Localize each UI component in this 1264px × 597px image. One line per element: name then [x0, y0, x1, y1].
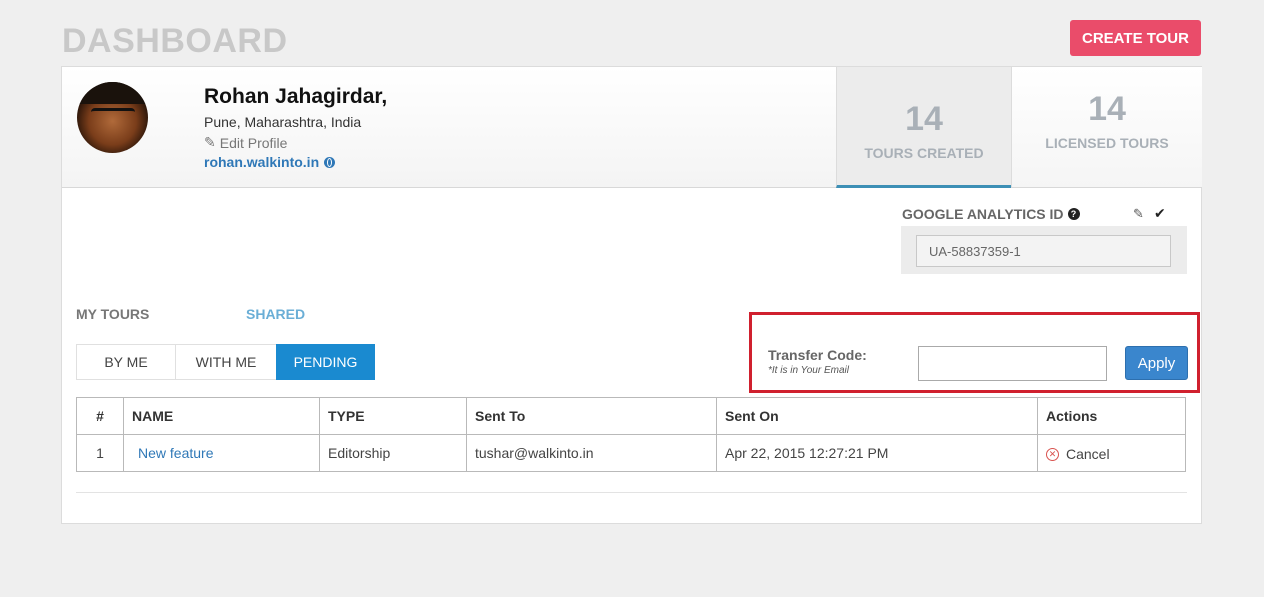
shared-link[interactable]: SHARED — [246, 306, 305, 322]
cancel-label: Cancel — [1066, 446, 1110, 463]
profile-panel: Rohan Jahagirdar, Pune, Maharashtra, Ind… — [62, 67, 836, 188]
licensed-tours-label: LICENSED TOURS — [1045, 135, 1169, 151]
transfer-code-box: Transfer Code: *It is in Your Email Appl… — [749, 312, 1200, 393]
page-title: DASHBOARD — [62, 22, 288, 60]
analytics-id-input[interactable] — [916, 235, 1171, 267]
avatar — [77, 82, 148, 153]
edit-icon: ✎ — [204, 134, 216, 150]
header-name: NAME — [123, 397, 320, 435]
profile-website-link[interactable]: rohan.walkinto.in — [204, 154, 336, 170]
row-num: 1 — [76, 434, 124, 472]
analytics-box — [901, 226, 1187, 274]
profile-name: Rohan Jahagirdar, — [204, 85, 388, 108]
header-num: # — [76, 397, 124, 435]
tours-created-label: TOURS CREATED — [864, 145, 984, 161]
transfer-code-label: Transfer Code: — [768, 347, 867, 363]
table-row: 1 New feature Editorship tushar@walkinto… — [76, 434, 1186, 472]
cancel-action[interactable]: ✕ Cancel — [1046, 446, 1110, 462]
tab-pending[interactable]: PENDING — [276, 344, 375, 380]
globe-icon — [324, 156, 336, 168]
header-type: TYPE — [319, 397, 467, 435]
profile-website: rohan.walkinto.in — [204, 154, 320, 170]
pending-tours-table: # NAME TYPE Sent To Sent On Actions 1 Ne… — [76, 397, 1186, 472]
edit-profile-label: Edit Profile — [219, 134, 288, 151]
edit-profile-link[interactable]: ✎ Edit Profile — [204, 134, 287, 151]
tour-tabs: BY ME WITH ME PENDING — [76, 344, 375, 380]
cancel-icon: ✕ — [1046, 447, 1059, 461]
row-type: Editorship — [319, 434, 467, 472]
create-tour-button[interactable]: CREATE TOUR — [1070, 20, 1201, 56]
transfer-code-hint: *It is in Your Email — [768, 365, 849, 376]
tours-created-count: 14 — [905, 100, 943, 138]
row-sent-to: tushar@walkinto.in — [466, 434, 717, 472]
licensed-tours-stat[interactable]: 14 LICENSED TOURS — [1011, 67, 1202, 188]
licensed-tours-count: 14 — [1088, 90, 1126, 128]
help-icon[interactable]: ? — [1067, 208, 1080, 220]
profile-location: Pune, Maharashtra, India — [204, 114, 362, 130]
row-sent-on: Apr 22, 2015 12:27:21 PM — [716, 434, 1038, 472]
tours-created-stat[interactable]: 14 TOURS CREATED — [836, 67, 1011, 188]
analytics-label-group: GOOGLE ANALYTICS ID ? — [902, 206, 1080, 222]
apply-button[interactable]: Apply — [1125, 346, 1188, 380]
header-sent-on: Sent On — [716, 397, 1038, 435]
edit-analytics-icon[interactable]: ✎ — [1133, 206, 1144, 222]
analytics-label: GOOGLE ANALYTICS ID — [902, 206, 1064, 222]
header-sent-to: Sent To — [466, 397, 717, 435]
table-header-row: # NAME TYPE Sent To Sent On Actions — [76, 397, 1186, 435]
divider — [76, 492, 1187, 493]
tab-with-me[interactable]: WITH ME — [175, 344, 277, 380]
tab-by-me[interactable]: BY ME — [76, 344, 176, 380]
tour-name-link[interactable]: New feature — [132, 445, 213, 461]
dashboard-card: Rohan Jahagirdar, Pune, Maharashtra, Ind… — [61, 66, 1202, 524]
transfer-code-input[interactable] — [918, 346, 1107, 381]
check-icon[interactable]: ✔ — [1154, 205, 1166, 222]
my-tours-label: MY TOURS — [76, 306, 150, 322]
header-actions: Actions — [1037, 397, 1186, 435]
